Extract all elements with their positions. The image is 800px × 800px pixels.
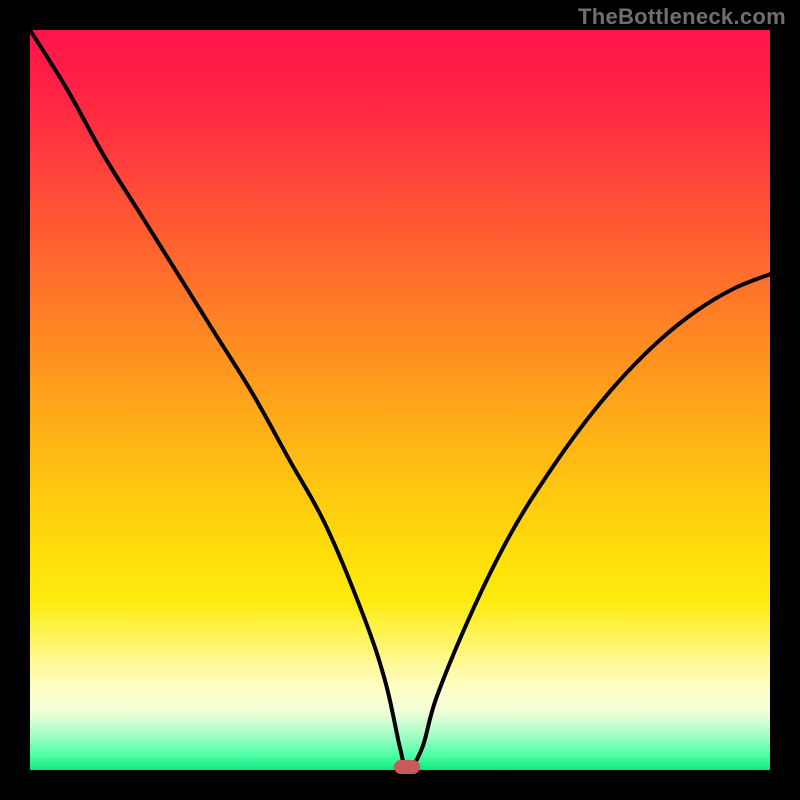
- minimum-marker: [394, 760, 420, 774]
- watermark-text: TheBottleneck.com: [578, 4, 786, 30]
- bottleneck-curve: [30, 30, 770, 770]
- plot-area: [30, 30, 770, 770]
- chart-frame: TheBottleneck.com: [0, 0, 800, 800]
